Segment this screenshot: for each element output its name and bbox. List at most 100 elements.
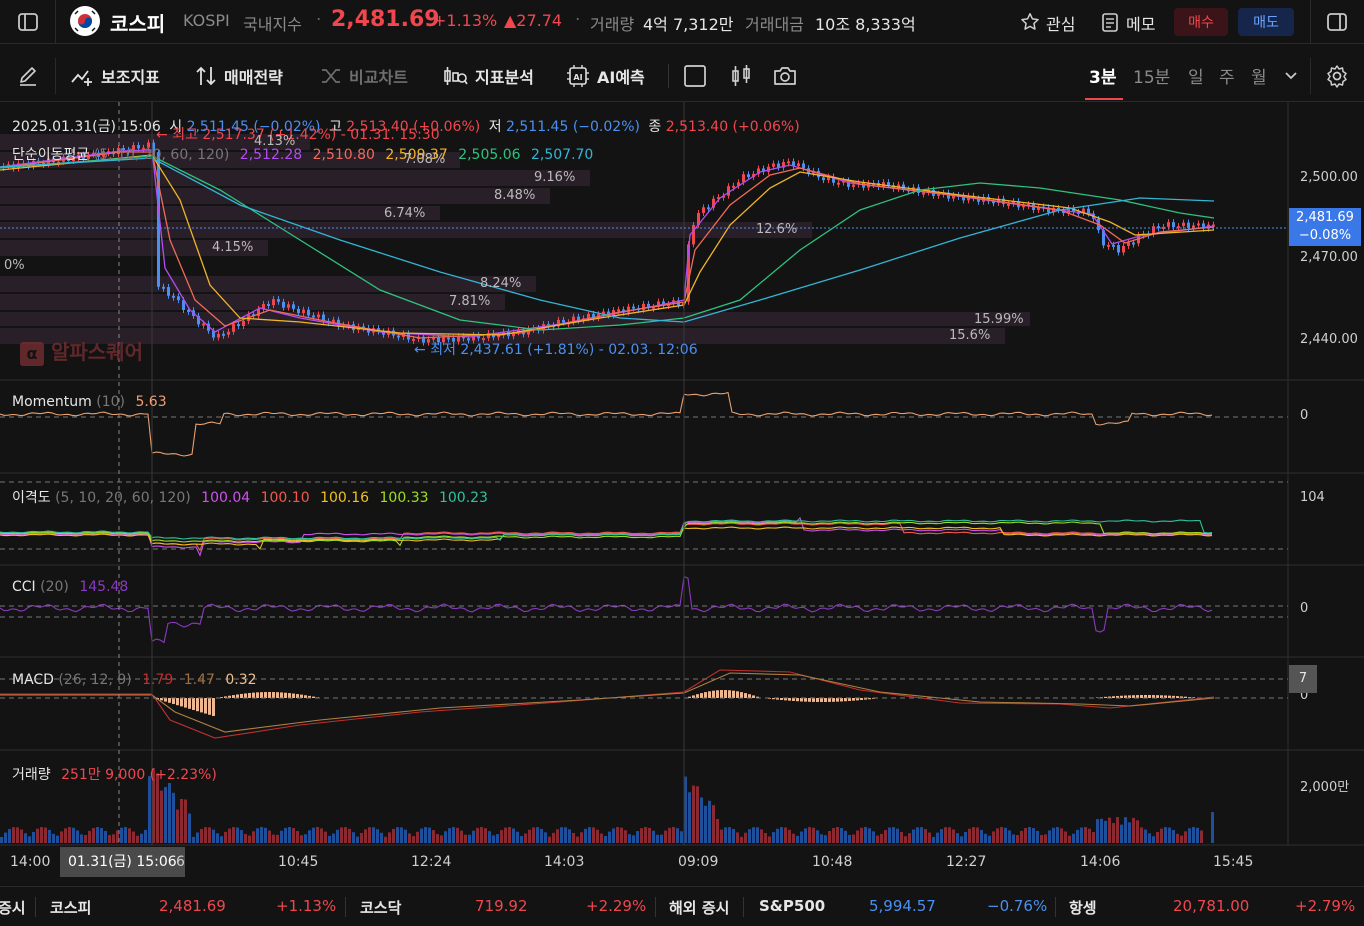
change-amount: ▲27.74 [504,11,563,30]
volume-bar [752,827,755,843]
macd-histogram-bar [740,692,743,698]
candle [1107,244,1110,247]
volume-bar [1000,827,1003,843]
volume-name: 거래량 [12,767,51,783]
x-tick: 12:27 [946,854,987,870]
volume-bar [284,827,287,843]
volume-bar [24,833,27,843]
volume-bar [800,831,803,843]
volume-bar [36,828,39,843]
volume-bar [1124,817,1127,843]
candle [887,182,890,186]
ai-predict-menu[interactable]: AI AI예측 [566,63,645,89]
volume-bar [996,828,999,843]
volume-bar [1080,827,1083,843]
memo-button[interactable]: 메모 [1126,11,1155,35]
volume-bar [364,829,367,843]
strategy-menu[interactable]: 매매전략 [195,63,283,89]
volume-bar [668,827,671,843]
volume-bar [692,785,695,843]
candlestick-icon[interactable] [728,63,754,89]
volume-bar [516,831,519,843]
volume-tick: 2,000만 [1300,780,1350,795]
volume-bar [196,832,199,843]
volume-bar [124,827,127,843]
momentum-name: Momentum [12,394,92,410]
crosshair-time-text: 01.31(금) 15:06 [68,854,177,870]
volume-bar [496,834,499,843]
candle [1132,242,1135,245]
volume-bar [88,830,91,843]
volume-bar [144,829,147,843]
volume-bar [508,827,511,843]
timeframe-3min[interactable]: 3분 [1089,63,1116,88]
ma-legend[interactable]: 단순이동평균 (5, 10, 20, 60, 120) 2,512.28 2,5… [12,144,593,164]
volume-bar [232,827,235,843]
watch-button[interactable]: 관심 [1046,11,1075,35]
volume-bar [992,831,995,843]
volume-bar [884,829,887,843]
chart-area[interactable]: 2025.01.31(금) 15:06 시 2,511.45 (−0.02%) … [0,102,1364,877]
macd-histogram-bar [208,698,211,715]
volume-bar [592,827,595,843]
timeframe-week[interactable]: 주 [1219,63,1235,88]
timeframe-day[interactable]: 일 [1188,63,1204,88]
candle [787,161,790,164]
timeframe-month[interactable]: 월 [1251,63,1267,88]
disparity-v5: 100.23 [438,490,488,506]
volume-profile-label: 6.74% [384,206,426,221]
volume-bar [216,833,219,843]
macd-legend[interactable]: MACD (26, 12, 9) 1.79 1.47 0.32 [12,672,257,688]
square-icon[interactable] [682,63,708,89]
cci-legend[interactable]: CCI (20) 145.48 [12,579,128,595]
macd-histogram-bar [812,698,815,702]
volume-bar [128,828,131,843]
buy-button[interactable]: 매수 [1174,8,1228,36]
volume-bar [552,832,555,843]
sidebar-toggle-icon[interactable] [16,10,40,34]
disparity-legend[interactable]: 이격도 (5, 10, 20, 60, 120) 100.04 100.10 1… [12,487,488,507]
timeframe-15min[interactable]: 15분 [1133,63,1170,88]
macd-histogram-bar [212,698,215,716]
macd-histogram-bar [272,692,275,698]
volume-legend[interactable]: 거래량 251만 9,000 (+2.23%) [12,764,217,784]
kosdaq-value: 719.92 [475,897,528,915]
disparity-line-3 [0,526,1213,550]
indicator-menu[interactable]: 보조지표 [70,63,160,89]
current-price: 2,481.69 [331,7,440,32]
volume-bar [204,827,207,843]
hangseng-name[interactable]: 항셍 [1069,897,1097,918]
compare-menu[interactable]: 비교차트 [320,63,408,89]
ma120-value: 2,507.70 [530,147,594,163]
ma10-value: 2,510.80 [312,147,375,163]
volume-bar [372,827,375,843]
star-icon[interactable] [1018,10,1042,34]
sp500-name[interactable]: S&P500 [759,897,825,915]
candle [632,306,635,309]
volume-bar [92,828,95,843]
sell-button[interactable]: 매도 [1238,8,1294,36]
volume-bar [64,828,67,843]
volume-bar [804,828,807,843]
volume-profile-label: 8.24% [480,276,522,291]
camera-icon[interactable] [772,63,798,89]
memo-icon[interactable] [1098,10,1122,34]
macd-histogram-bar [780,698,783,700]
macd-histogram-bar [716,690,719,698]
volume-bar [512,828,515,843]
kosdaq-name[interactable]: 코스닥 [360,897,401,918]
volume-value: 4억 7,312만 [643,15,734,34]
ticker-label-cut: 증시 [0,899,26,917]
macd-histogram-bar [1112,696,1115,698]
pencil-icon[interactable] [15,63,41,89]
svg-text:AI: AI [573,73,582,82]
momentum-legend[interactable]: Momentum (10) 5.63 [12,394,167,410]
volume-bar [1076,829,1079,843]
chevron-down-icon[interactable] [1282,66,1300,86]
analysis-menu[interactable]: 지표분석 [442,63,534,89]
panel-toggle-icon[interactable] [1325,10,1349,34]
volume-bar [268,830,271,843]
kospi-name[interactable]: 코스피 [50,897,91,918]
gear-icon[interactable] [1324,63,1350,89]
volume-bar [840,827,843,843]
